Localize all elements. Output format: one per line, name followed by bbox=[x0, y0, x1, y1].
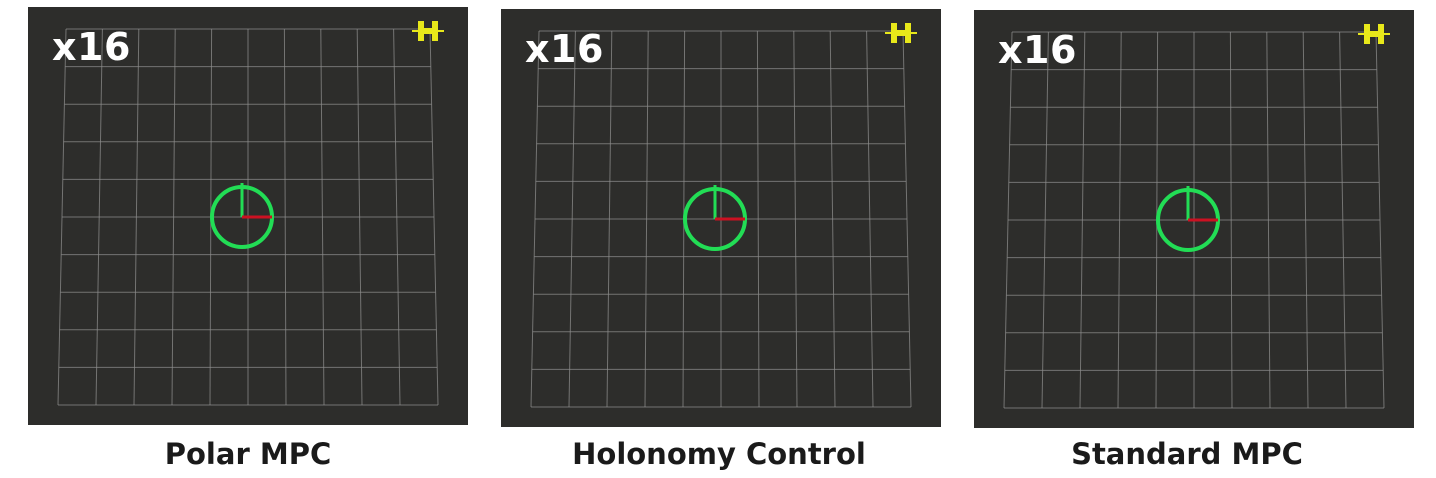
sim-panel-standard-mpc: x16 bbox=[974, 10, 1414, 428]
robot-circle-icon bbox=[683, 185, 747, 251]
grid-scene bbox=[57, 21, 444, 406]
panel-caption: Standard MPC bbox=[1071, 437, 1303, 471]
sim-panel-polar-mpc: x16 bbox=[28, 7, 468, 425]
panel-caption: Polar MPC bbox=[164, 437, 332, 471]
satellite-icon bbox=[885, 23, 917, 43]
panel-caption: Holonomy Control bbox=[572, 437, 866, 471]
speed-label: x16 bbox=[525, 27, 604, 71]
speed-label: x16 bbox=[52, 25, 131, 69]
robot-circle-icon bbox=[1156, 186, 1220, 252]
grid-scene bbox=[1003, 24, 1390, 409]
speed-label: x16 bbox=[998, 28, 1077, 72]
satellite-icon bbox=[1358, 24, 1390, 44]
grid-scene bbox=[530, 23, 917, 408]
satellite-icon bbox=[412, 21, 444, 41]
robot-circle-icon bbox=[210, 183, 274, 249]
sim-panel-holonomy-control: x16 bbox=[501, 9, 941, 427]
